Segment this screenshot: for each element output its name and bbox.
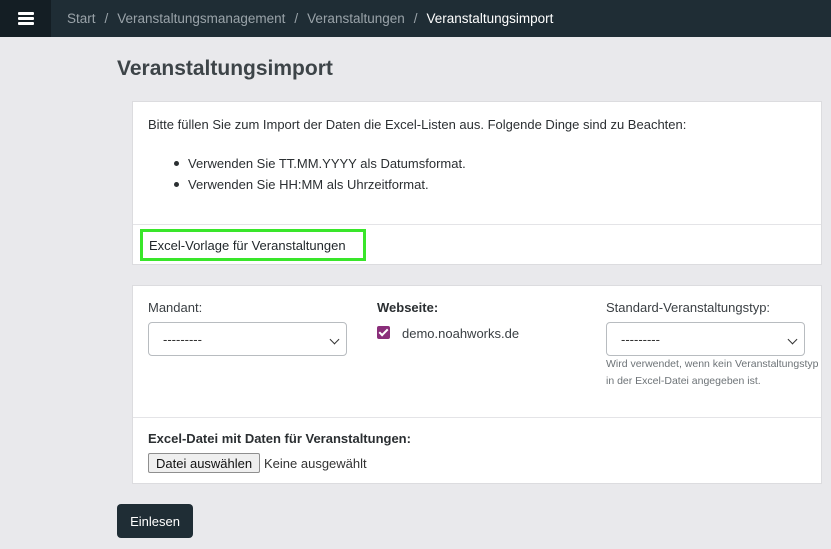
website-option-label[interactable]: demo.noahworks.de: [402, 326, 519, 341]
instructions-intro: Bitte füllen Sie zum Import der Daten di…: [148, 117, 687, 132]
event-type-select[interactable]: ---------: [606, 322, 805, 356]
mandant-select[interactable]: ---------: [148, 322, 347, 356]
breadcrumb-veranstaltungen[interactable]: Veranstaltungen: [307, 11, 405, 26]
chevron-down-icon: [787, 334, 798, 345]
instructions-card: Bitte füllen Sie zum Import der Daten di…: [132, 101, 822, 265]
event-type-help-text: Wird verwendet, wenn kein Veranstaltungs…: [606, 358, 819, 387]
breadcrumb-start[interactable]: Start: [67, 11, 96, 26]
card-divider: [133, 417, 821, 418]
breadcrumb-current: Veranstaltungsimport: [426, 11, 554, 26]
breadcrumb: Start / Veranstaltungsmanagement / Veran…: [67, 0, 553, 37]
page-title: Veranstaltungsimport: [117, 57, 333, 80]
breadcrumb-separator: /: [294, 11, 299, 26]
website-checkbox[interactable]: [377, 326, 390, 339]
excel-template-link[interactable]: Excel-Vorlage für Veranstaltungen: [140, 229, 366, 261]
breadcrumb-separator: /: [104, 11, 109, 26]
top-navbar: Start / Veranstaltungsmanagement / Veran…: [0, 0, 831, 37]
submit-button[interactable]: Einlesen: [117, 504, 193, 538]
chevron-down-icon: [329, 334, 340, 345]
mandant-label: Mandant:: [148, 300, 203, 315]
choose-file-button[interactable]: Datei auswählen: [148, 453, 261, 473]
mandant-select-value: ---------: [163, 331, 202, 347]
excel-file-label: Excel-Datei mit Daten für Veranstaltunge…: [148, 431, 411, 446]
instruction-item-time: Verwenden Sie HH:MM als Uhrzeitformat.: [173, 176, 466, 197]
instructions-list: Verwenden Sie TT.MM.YYYY als Datumsforma…: [173, 155, 466, 197]
file-status-text: Keine ausgewählt: [264, 456, 367, 471]
breadcrumb-separator: /: [413, 11, 418, 26]
instruction-item-date: Verwenden Sie TT.MM.YYYY als Datumsforma…: [173, 155, 466, 176]
event-type-select-value: ---------: [621, 331, 660, 347]
hamburger-icon: [17, 12, 34, 25]
breadcrumb-veranstaltungsmanagement[interactable]: Veranstaltungsmanagement: [117, 11, 285, 26]
menu-toggle-button[interactable]: [0, 0, 51, 37]
event-type-label: Standard-Veranstaltungstyp:: [606, 300, 771, 315]
card-divider: [133, 224, 821, 225]
import-form-card: Mandant: --------- Webseite: demo.noahwo…: [132, 285, 822, 484]
website-label: Webseite:: [377, 300, 439, 315]
